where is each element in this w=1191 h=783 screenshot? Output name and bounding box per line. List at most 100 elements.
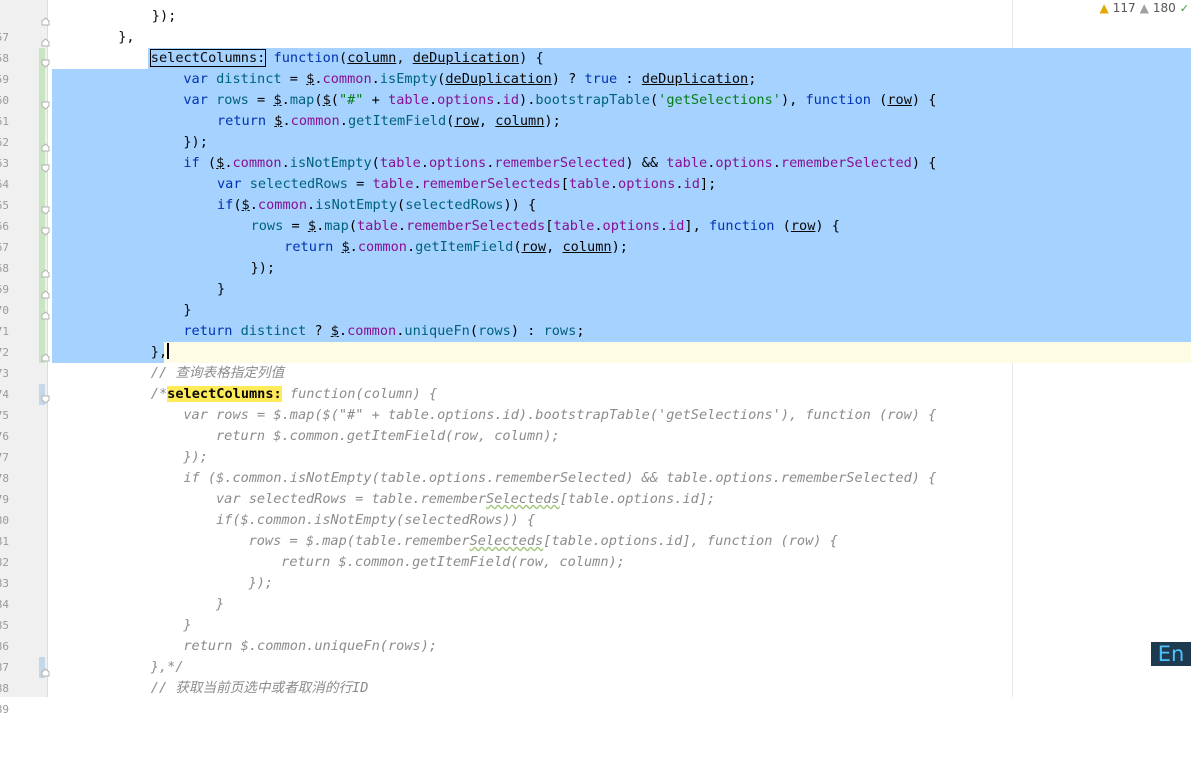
code-text[interactable]: if($.common.isNotEmpty(selectedRows)) { <box>52 510 1191 531</box>
code-text[interactable]: } <box>52 594 1191 615</box>
code-line[interactable]: 75 /*selectColumns: function(column) { <box>0 384 1191 405</box>
code-line[interactable]: 89 // 获取当前页选中或者取消的行ID <box>0 678 1191 699</box>
code-text[interactable]: /*selectColumns: function(column) { <box>52 384 1191 405</box>
fold-end-icon[interactable] <box>41 348 50 357</box>
code-line[interactable]: 82 rows = $.map(table.rememberSelecteds[… <box>0 531 1191 552</box>
code-text[interactable]: rows = $.map(table.rememberSelecteds[tab… <box>52 531 1191 552</box>
code-token: }, <box>151 344 167 360</box>
ime-language-indicator[interactable]: En <box>1151 642 1191 666</box>
code-text[interactable]: },*/ <box>52 657 1191 678</box>
code-line[interactable]: 74 // 查询表格指定列值 <box>0 363 1191 384</box>
code-line[interactable]: 79 if ($.common.isNotEmpty(table.options… <box>0 468 1191 489</box>
fold-end-icon[interactable] <box>41 138 50 147</box>
code-line[interactable]: 60 var distinct = $.common.isEmpty(deDup… <box>0 69 1191 90</box>
fold-end-icon[interactable] <box>41 663 50 672</box>
code-line[interactable]: 81 if($.common.isNotEmpty(selectedRows))… <box>0 510 1191 531</box>
code-line[interactable]: 66 if($.common.isNotEmpty(selectedRows))… <box>0 195 1191 216</box>
code-text[interactable]: if ($.common.isNotEmpty(table.options.re… <box>52 153 1191 174</box>
code-text[interactable]: }); <box>52 258 1191 279</box>
fold-start-icon[interactable] <box>41 201 50 210</box>
code-line[interactable]: 71 } <box>0 300 1191 321</box>
inspection-widget[interactable]: ▲ 117 ▲ 180 ✓ <box>1098 0 1191 16</box>
fold-start-icon[interactable] <box>41 159 50 168</box>
code-text[interactable]: }, <box>52 342 1191 363</box>
code-line[interactable]: 58 }, <box>0 27 1191 48</box>
fold-end-icon[interactable] <box>41 285 50 294</box>
fold-start-icon[interactable] <box>41 96 50 105</box>
code-text[interactable]: if($.common.isNotEmpty(selectedRows)) { <box>52 195 1191 216</box>
code-line[interactable]: 80 var selectedRows = table.rememberSele… <box>0 489 1191 510</box>
code-line[interactable]: 87 return $.common.uniqueFn(rows); <box>0 636 1191 657</box>
code-line[interactable]: 85 } <box>0 594 1191 615</box>
code-text[interactable]: rows = $.map(table.rememberSelecteds[tab… <box>52 216 1191 237</box>
code-line[interactable]: 84 }); <box>0 573 1191 594</box>
code-text[interactable]: var selectedRows = table.rememberSelecte… <box>52 174 1191 195</box>
code-line[interactable]: 70 } <box>0 279 1191 300</box>
code-line[interactable]: 72 return distinct ? $.common.uniqueFn(r… <box>0 321 1191 342</box>
vcs-change-marker[interactable] <box>39 174 45 195</box>
code-line[interactable]: 83 return $.common.getItemField(row, col… <box>0 552 1191 573</box>
code-text[interactable]: var rows = $.map($("#" + table.options.i… <box>52 405 1191 426</box>
code-text[interactable]: selectColumns: function(column, deDuplic… <box>52 48 1191 69</box>
code-token: "#" <box>339 92 364 108</box>
code-token: table <box>380 155 421 171</box>
code-line[interactable]: 76 var rows = $.map($("#" + table.option… <box>0 405 1191 426</box>
code-text[interactable]: } <box>52 615 1191 636</box>
code-line[interactable]: 57 }); <box>0 6 1191 27</box>
code-text[interactable]: } <box>52 279 1191 300</box>
vcs-change-marker[interactable] <box>39 69 45 90</box>
code-line[interactable]: 88 },*/ <box>0 657 1191 678</box>
code-text[interactable]: return $.common.getItemField(row, column… <box>52 237 1191 258</box>
code-line-current[interactable]: 73 }, <box>0 342 1191 363</box>
code-text[interactable]: }); <box>52 6 1191 27</box>
code-text[interactable]: var distinct = $.common.isEmpty(deDuplic… <box>52 69 1191 90</box>
code-editor[interactable]: ▲ 117 ▲ 180 ✓ 57 }); 58 }, 59 selectColu… <box>0 0 1191 697</box>
code-line[interactable]: 69 }); <box>0 258 1191 279</box>
code-line[interactable]: 63 }); <box>0 132 1191 153</box>
code-line[interactable]: 61 var rows = $.map($("#" + table.option… <box>0 90 1191 111</box>
code-token: var <box>183 71 208 87</box>
code-line[interactable]: 65 var selectedRows = table.rememberSele… <box>0 174 1191 195</box>
code-text[interactable]: }); <box>52 132 1191 153</box>
code-token: distinct <box>241 323 306 339</box>
code-text[interactable]: return distinct ? $.common.uniqueFn(rows… <box>52 321 1191 342</box>
code-text[interactable]: var selectedRows = table.rememberSelecte… <box>52 489 1191 510</box>
fold-start-icon[interactable] <box>41 222 50 231</box>
code-line[interactable]: 64 if ($.common.isNotEmpty(table.options… <box>0 153 1191 174</box>
vcs-change-marker[interactable] <box>39 237 45 258</box>
fold-end-icon[interactable] <box>41 306 50 315</box>
code-token: options <box>715 155 772 171</box>
fold-start-icon[interactable] <box>41 54 50 63</box>
vcs-change-marker[interactable] <box>39 321 45 342</box>
fold-end-icon[interactable] <box>41 33 50 42</box>
code-line[interactable]: 59 selectColumns: function(column, deDup… <box>0 48 1191 69</box>
code-text[interactable]: return $.common.getItemField(row, column… <box>52 552 1191 573</box>
code-token: ( <box>397 197 405 213</box>
fold-start-icon[interactable] <box>41 390 50 399</box>
fold-end-icon[interactable] <box>41 264 50 273</box>
code-text[interactable]: return $.common.uniqueFn(rows); <box>52 636 1191 657</box>
code-line[interactable]: 78 }); <box>0 447 1191 468</box>
fold-end-icon[interactable] <box>41 12 50 21</box>
code-text[interactable]: }, <box>52 27 1191 48</box>
code-token: table <box>553 218 594 234</box>
code-text[interactable]: return $.common.getItemField(row, column… <box>52 426 1191 447</box>
code-line[interactable]: 68 return $.common.getItemField(row, col… <box>0 237 1191 258</box>
code-line[interactable]: 67 rows = $.map(table.rememberSelecteds[… <box>0 216 1191 237</box>
code-token: . <box>413 176 421 192</box>
code-text[interactable]: }); <box>52 573 1191 594</box>
code-text[interactable]: // 查询表格指定列值 <box>52 363 1191 384</box>
code-token <box>232 323 240 339</box>
code-token: row <box>791 218 816 234</box>
code-text[interactable]: } <box>52 300 1191 321</box>
code-text[interactable]: var rows = $.map($("#" + table.options.i… <box>52 90 1191 111</box>
code-line[interactable]: 86 } <box>0 615 1191 636</box>
code-text[interactable]: if ($.common.isNotEmpty(table.options.re… <box>52 468 1191 489</box>
code-line[interactable]: 77 return $.common.getItemField(row, col… <box>0 426 1191 447</box>
code-text[interactable]: }); <box>52 447 1191 468</box>
code-text[interactable]: // 获取当前页选中或者取消的行ID <box>52 678 1191 699</box>
code-token: ); <box>544 113 560 129</box>
code-text[interactable]: return $.common.getItemField(row, column… <box>52 111 1191 132</box>
vcs-change-marker[interactable] <box>39 111 45 132</box>
code-line[interactable]: 62 return $.common.getItemField(row, col… <box>0 111 1191 132</box>
